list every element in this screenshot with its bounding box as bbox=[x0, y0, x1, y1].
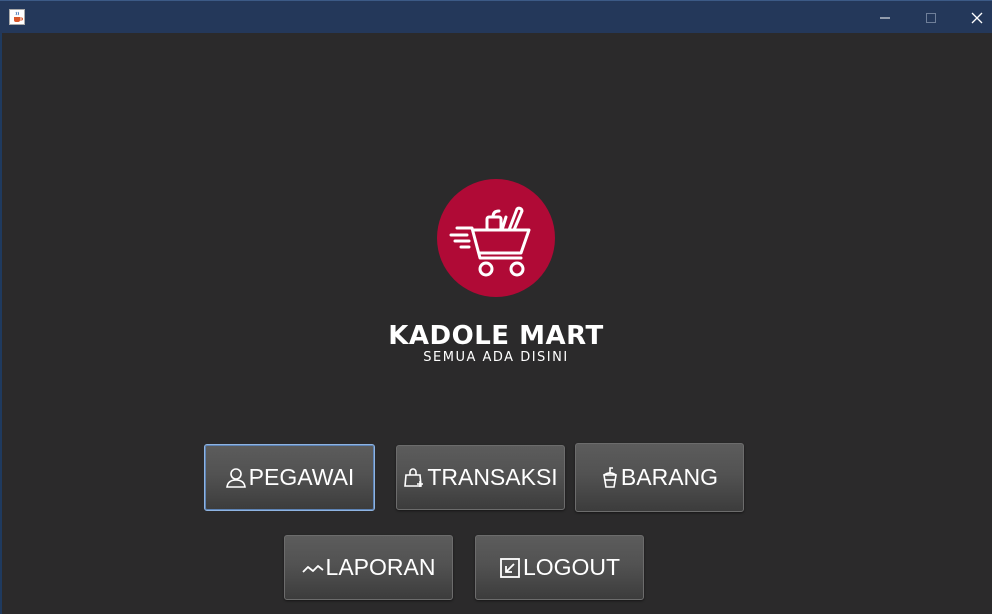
cup-icon bbox=[601, 466, 619, 489]
logout-label: LOGOUT bbox=[522, 554, 621, 580]
maximize-button[interactable] bbox=[908, 1, 954, 34]
maximize-icon bbox=[926, 13, 936, 23]
shopping-bag-icon bbox=[403, 467, 425, 489]
barang-button[interactable]: BARANG bbox=[575, 443, 744, 512]
pegawai-button[interactable]: PEGAWAI bbox=[204, 444, 375, 511]
transaksi-button[interactable]: TRANSAKSI bbox=[396, 445, 565, 510]
exit-icon bbox=[499, 557, 521, 579]
minimize-button[interactable] bbox=[862, 1, 908, 34]
brand-tagline: SEMUA ADA DISINI bbox=[423, 350, 569, 365]
shopping-cart-icon bbox=[437, 179, 555, 297]
laporan-button[interactable]: LAPORAN bbox=[284, 535, 453, 600]
pegawai-label: PEGAWAI bbox=[248, 464, 355, 490]
transaksi-label: TRANSAKSI bbox=[427, 464, 558, 490]
close-button[interactable] bbox=[954, 1, 992, 34]
laporan-label: LAPORAN bbox=[325, 554, 436, 580]
barang-label: BARANG bbox=[620, 464, 719, 490]
user-icon bbox=[225, 467, 247, 489]
close-icon bbox=[971, 12, 983, 24]
trend-line-icon bbox=[301, 557, 324, 579]
brand-name: KADOLE MART bbox=[388, 321, 604, 351]
java-cup-icon bbox=[9, 9, 25, 25]
minimize-icon bbox=[880, 17, 890, 19]
logout-button[interactable]: LOGOUT bbox=[475, 535, 644, 600]
title-bar[interactable] bbox=[0, 0, 992, 34]
